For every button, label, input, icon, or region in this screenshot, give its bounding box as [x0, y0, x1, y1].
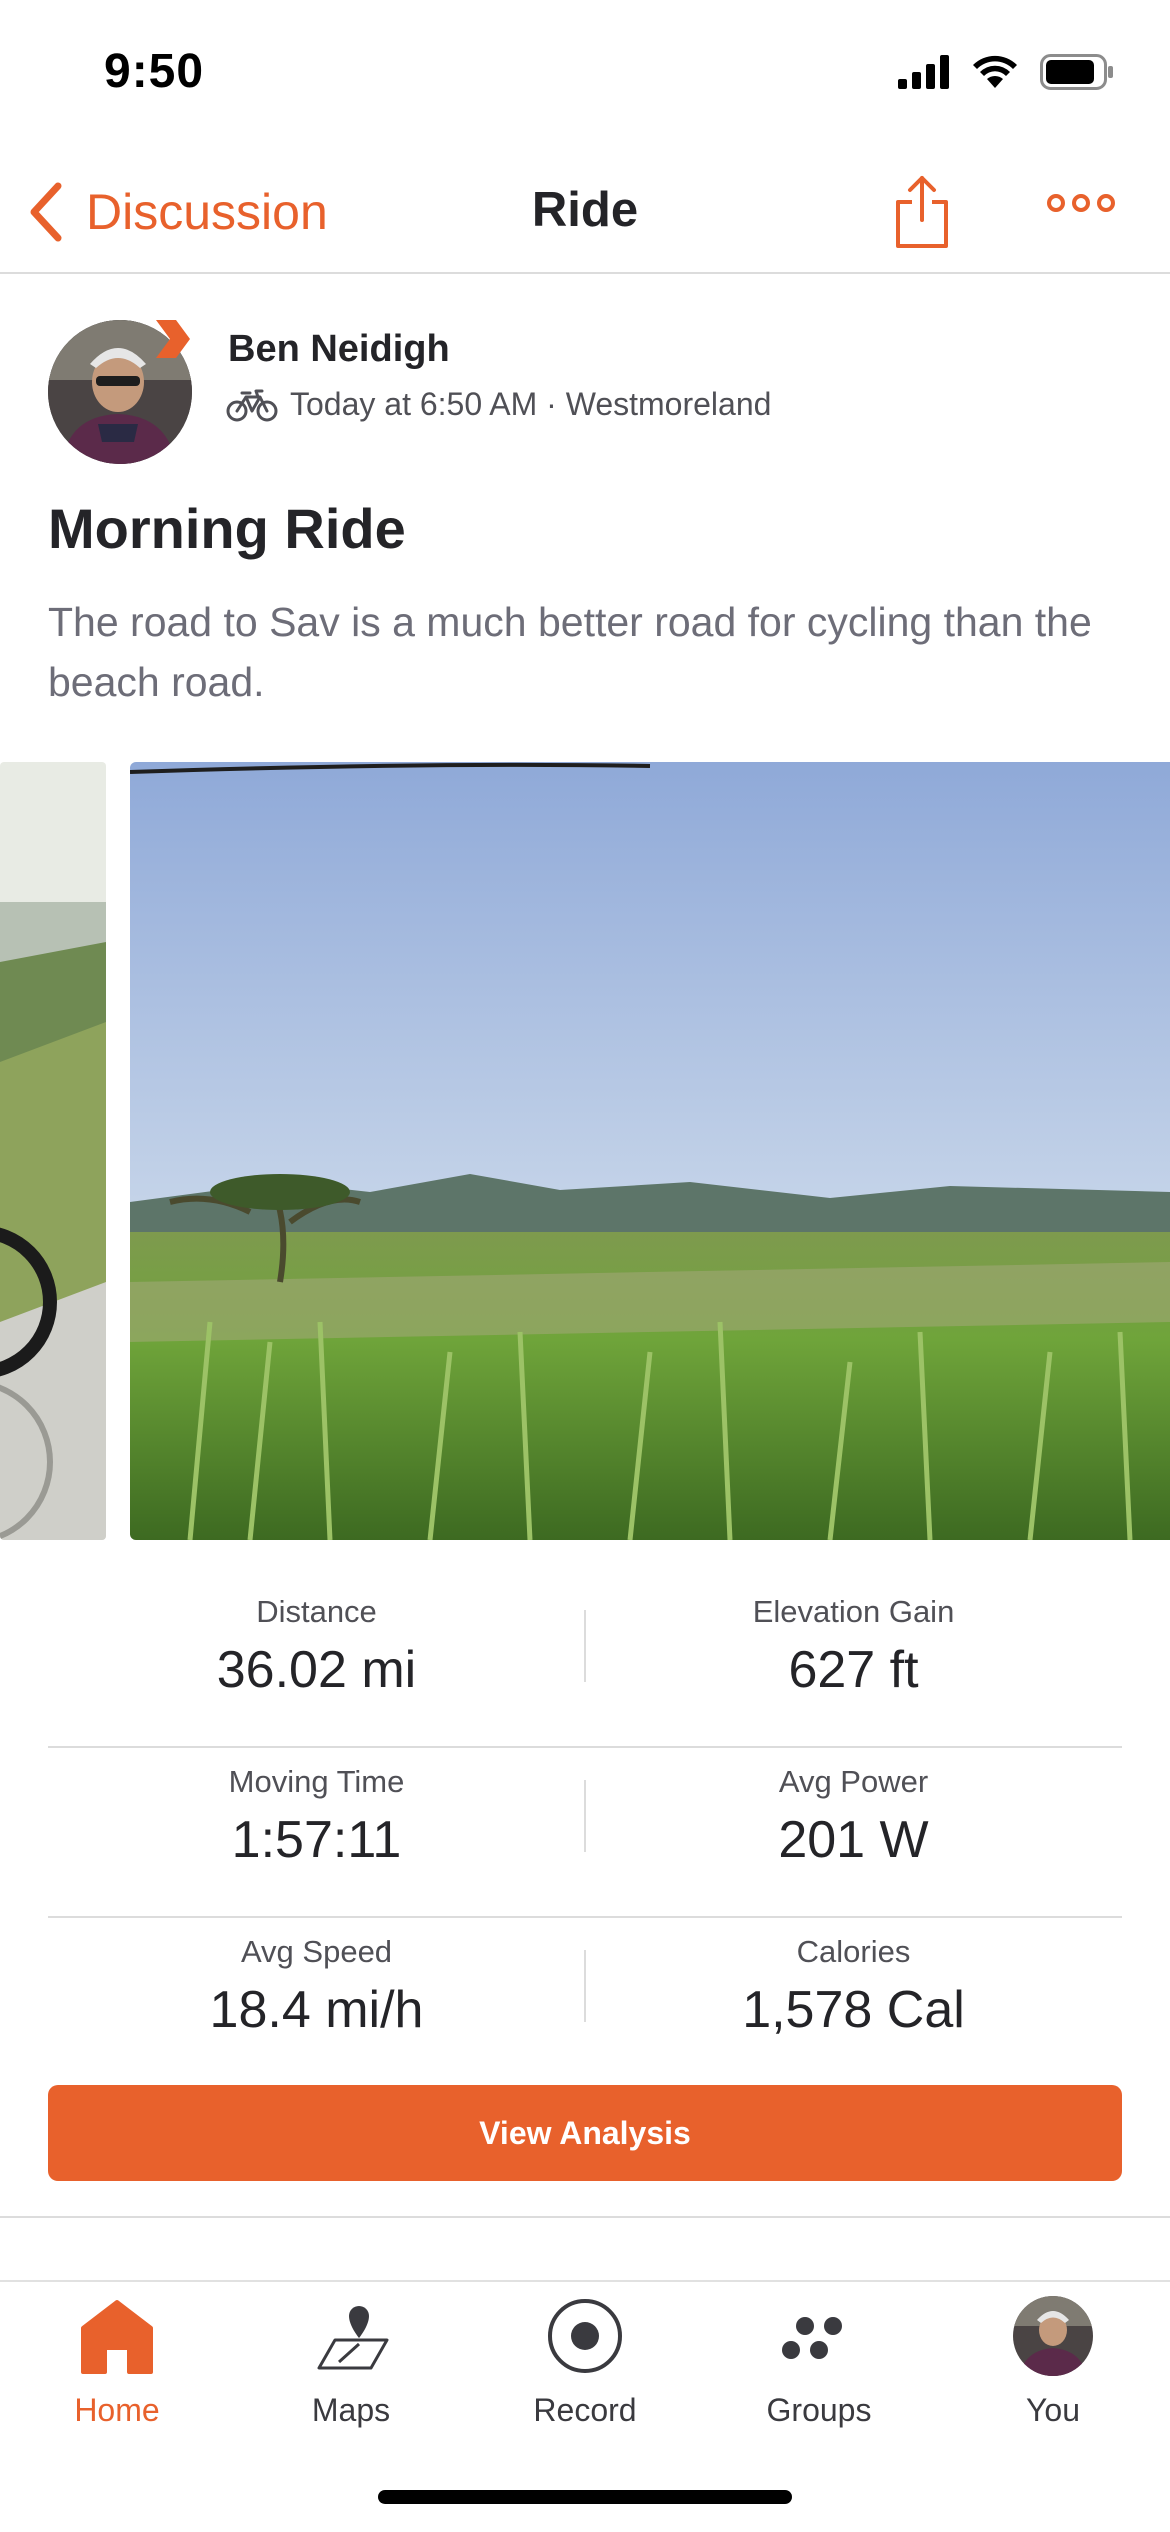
- tab-record[interactable]: Record: [468, 2282, 702, 2442]
- nav-bar: Discussion Ride: [0, 150, 1170, 274]
- stat-row: Distance 36.02 mi Elevation Gain 627 ft: [48, 1578, 1122, 1748]
- stat-label: Avg Speed: [240, 1934, 393, 1969]
- stat-value: 201 W: [778, 1811, 929, 1869]
- home-icon: [81, 2300, 153, 2374]
- subscriber-badge-icon: [156, 320, 190, 358]
- activity-title: Morning Ride: [48, 497, 406, 560]
- activity-date-location: Today at 6:50 AM · Westmoreland: [290, 386, 772, 422]
- stat-label: Elevation Gain: [752, 1594, 955, 1629]
- view-analysis-button[interactable]: View Analysis: [48, 2085, 1122, 2181]
- stat-row: Avg Speed 18.4 mi/h Calories 1,578 Cal: [48, 1918, 1122, 2088]
- more-horizontal-icon[interactable]: [1046, 188, 1116, 218]
- share-icon[interactable]: [892, 172, 952, 252]
- athlete-name[interactable]: Ben Neidigh: [228, 328, 450, 371]
- map-icon: [317, 2306, 389, 2370]
- stat-value: 627 ft: [788, 1641, 919, 1699]
- tab-label: Maps: [311, 2392, 391, 2428]
- stat-calories: Calories 1,578 Cal: [585, 1918, 1122, 2040]
- avatar: [1013, 2296, 1093, 2376]
- stat-label: Distance: [256, 1594, 377, 1629]
- activity-description: The road to Sav is a much better road fo…: [48, 599, 1092, 705]
- status-icons: [898, 54, 1114, 90]
- stat-elevation-gain: Elevation Gain 627 ft: [585, 1578, 1122, 1700]
- tab-label: You: [1026, 2392, 1080, 2428]
- stat-avg-power: Avg Power 201 W: [585, 1748, 1122, 1870]
- stat-label: Calories: [796, 1934, 911, 1969]
- back-button[interactable]: Discussion: [24, 180, 328, 244]
- wifi-icon: [973, 55, 1017, 88]
- tab-label: Record: [533, 2392, 637, 2428]
- stat-moving-time: Moving Time 1:57:11: [48, 1748, 585, 1870]
- activity-photo-main[interactable]: [130, 762, 1170, 1540]
- divider: [0, 2216, 1170, 2218]
- stat-value: 18.4 mi/h: [209, 1981, 424, 2039]
- tab-you[interactable]: You: [936, 2282, 1170, 2442]
- tab-home[interactable]: Home: [0, 2282, 234, 2442]
- bicycle-icon: [226, 389, 278, 421]
- tab-groups[interactable]: Groups: [702, 2282, 936, 2442]
- status-bar: 9:50: [0, 0, 1170, 150]
- groups-icon: [782, 2317, 842, 2359]
- home-indicator: [378, 2490, 792, 2504]
- status-time: 9:50: [104, 45, 205, 98]
- back-label: Discussion: [86, 184, 328, 240]
- stat-label: Moving Time: [228, 1764, 405, 1799]
- tab-label: Groups: [766, 2392, 872, 2428]
- stat-distance: Distance 36.02 mi: [48, 1578, 585, 1700]
- stat-value: 1:57:11: [231, 1811, 402, 1869]
- chevron-left-icon: [30, 182, 62, 242]
- stat-value: 1,578 Cal: [742, 1981, 965, 2039]
- tab-label: Home: [74, 2392, 160, 2428]
- stat-value: 36.02 mi: [216, 1641, 417, 1699]
- activity-photo-previous[interactable]: [0, 762, 106, 1540]
- stat-row: Moving Time 1:57:11 Avg Power 201 W: [48, 1748, 1122, 1918]
- tab-maps[interactable]: Maps: [234, 2282, 468, 2442]
- activity-meta: Today at 6:50 AM · Westmoreland: [226, 386, 771, 423]
- cellular-signal-icon: [898, 55, 949, 89]
- stat-label: Avg Power: [778, 1764, 929, 1799]
- stat-avg-speed: Avg Speed 18.4 mi/h: [48, 1918, 585, 2040]
- battery-icon: [1040, 54, 1113, 90]
- stats-grid: Distance 36.02 mi Elevation Gain 627 ft …: [48, 1578, 1122, 2088]
- record-icon: [548, 2299, 622, 2373]
